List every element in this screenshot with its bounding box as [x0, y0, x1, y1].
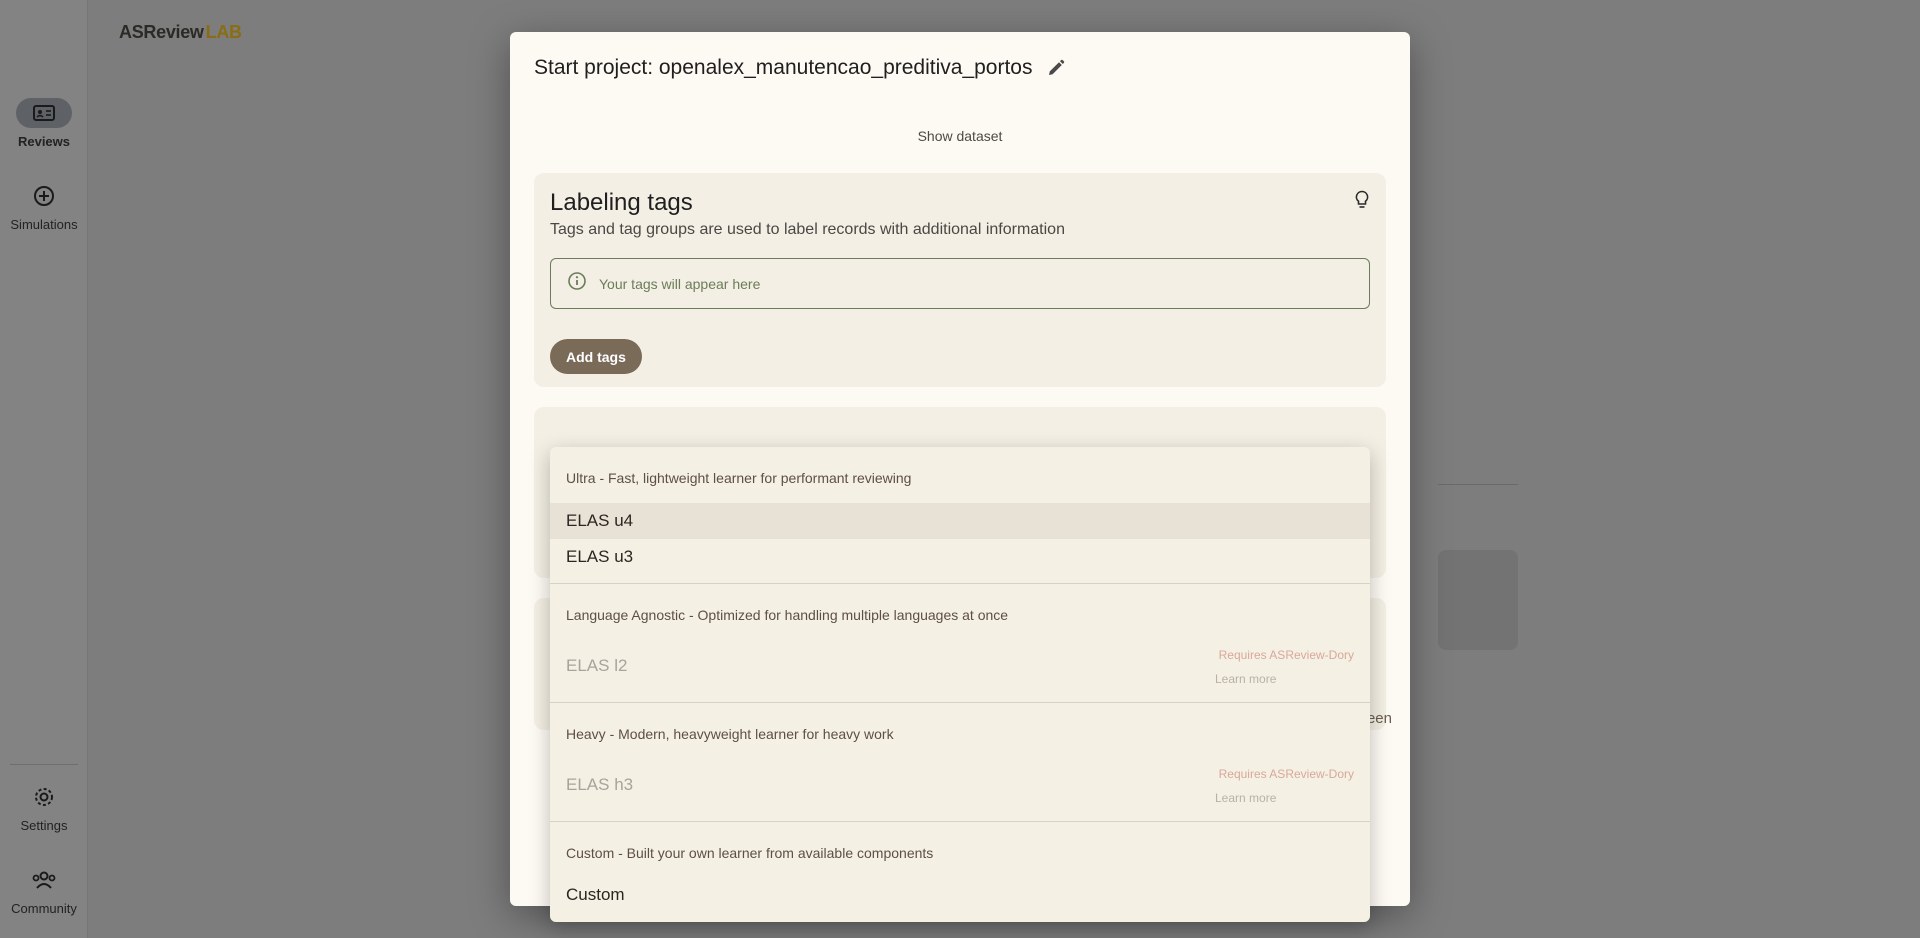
group-header-language-agnostic: Language Agnostic - Optimized for handli… [566, 607, 1009, 623]
sidebar-divider [10, 764, 78, 765]
nav-label: Community [11, 901, 77, 916]
logo-lab-text: LAB [205, 22, 242, 42]
tags-empty-state: Your tags will appear here [550, 258, 1370, 309]
show-dataset-button[interactable]: Show dataset [510, 128, 1410, 144]
option-elas-u3[interactable]: ELAS u3 [550, 539, 1370, 575]
nav-label: Reviews [17, 134, 71, 149]
dialog-title: Start project: openalex_manutencao_predi… [534, 54, 1070, 82]
option-custom[interactable]: Custom [550, 877, 1370, 913]
labeling-tags-subtitle: Tags and tag groups are used to label re… [550, 221, 1065, 238]
learn-more-link[interactable]: Learn more [1215, 791, 1276, 805]
gear-icon [16, 782, 72, 812]
nav-item-reviews[interactable]: Reviews [0, 98, 88, 149]
labeling-tags-title: Labeling tags [550, 189, 693, 216]
nav-item-community[interactable]: Community [0, 865, 88, 916]
requires-dory-badge: Requires ASReview-Dory [1218, 767, 1354, 781]
group-header-custom: Custom - Built your own learner from ava… [566, 845, 934, 861]
background-panel [1438, 550, 1518, 650]
lightbulb-icon[interactable] [1352, 189, 1372, 211]
menu-divider [550, 821, 1370, 822]
dialog-title-text: Start project: openalex_manutencao_predi… [534, 56, 1033, 79]
requires-dory-badge: Requires ASReview-Dory [1218, 648, 1354, 662]
nav-item-settings[interactable]: Settings [0, 782, 88, 833]
group-header-ultra: Ultra - Fast, lightweight learner for pe… [566, 470, 912, 486]
footer-action-button[interactable]: een [1367, 710, 1392, 727]
edit-icon[interactable] [1042, 54, 1070, 82]
simulations-icon [16, 181, 72, 211]
group-header-heavy: Heavy - Modern, heavyweight learner for … [566, 726, 894, 742]
menu-divider [550, 702, 1370, 703]
community-icon [16, 865, 72, 895]
add-tags-button[interactable]: Add tags [550, 339, 642, 374]
reviews-icon [16, 98, 72, 128]
logo-text: ASReview [119, 22, 204, 42]
tags-empty-message: Your tags will appear here [599, 275, 761, 292]
menu-divider [550, 583, 1370, 584]
model-select-menu: Ultra - Fast, lightweight learner for pe… [550, 447, 1370, 922]
nav-item-simulations[interactable]: Simulations [0, 181, 88, 232]
labeling-tags-card: Labeling tags Tags and tag groups are us… [534, 173, 1386, 387]
nav-label: Simulations [10, 217, 78, 232]
learn-more-link[interactable]: Learn more [1215, 672, 1276, 686]
option-elas-u4[interactable]: ELAS u4 [550, 503, 1370, 539]
nav-label: Settings [20, 818, 68, 833]
app-logo[interactable]: ASReview LAB [119, 22, 242, 43]
background-divider [1438, 484, 1518, 485]
info-icon [567, 271, 587, 296]
app-sidebar: Reviews Simulations Settings Community [0, 0, 88, 938]
